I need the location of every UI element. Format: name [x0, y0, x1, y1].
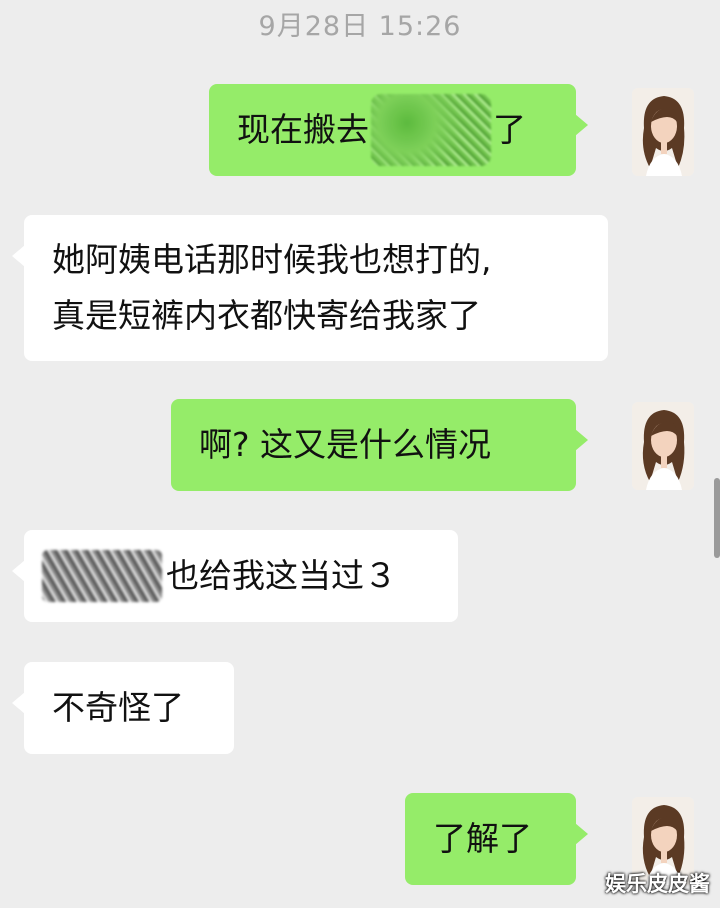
- message-text: 啊? 这又是什么情况: [199, 425, 492, 464]
- message-text: 了: [493, 110, 526, 149]
- message-text-line: 她阿姨电话那时候我也想打的,: [52, 240, 492, 279]
- redacted-blur: [371, 94, 491, 166]
- message-bubble-outgoing[interactable]: 啊? 这又是什么情况: [171, 399, 588, 491]
- message-text-line: 真是短裤内衣都快寄给我家了: [52, 296, 481, 335]
- message-bubble-incoming[interactable]: 她阿姨电话那时候我也想打的, 真是短裤内衣都快寄给我家了: [12, 215, 608, 361]
- message-bubble-outgoing[interactable]: 现在搬去 了: [209, 84, 588, 176]
- redacted-blur: [42, 550, 162, 602]
- message-text: 了解了: [433, 819, 532, 858]
- message-bubble-outgoing[interactable]: 了解了: [405, 793, 588, 885]
- scrollbar-thumb[interactable]: [714, 478, 720, 558]
- message-text: 现在搬去: [237, 110, 369, 149]
- message-bubble-incoming[interactable]: 也给我这当过３: [12, 530, 458, 622]
- avatar[interactable]: [632, 402, 694, 490]
- message-text: 也给我这当过３: [166, 556, 397, 595]
- avatar-photo-icon: [632, 402, 694, 490]
- message-text: 不奇怪了: [52, 688, 184, 727]
- avatar[interactable]: [632, 88, 694, 176]
- chat-timestamp: 9月28日 15:26: [258, 11, 462, 42]
- message-bubble-incoming[interactable]: 不奇怪了: [12, 662, 234, 754]
- avatar-photo-icon: [632, 88, 694, 176]
- watermark-text: 娱乐皮皮酱: [605, 872, 710, 896]
